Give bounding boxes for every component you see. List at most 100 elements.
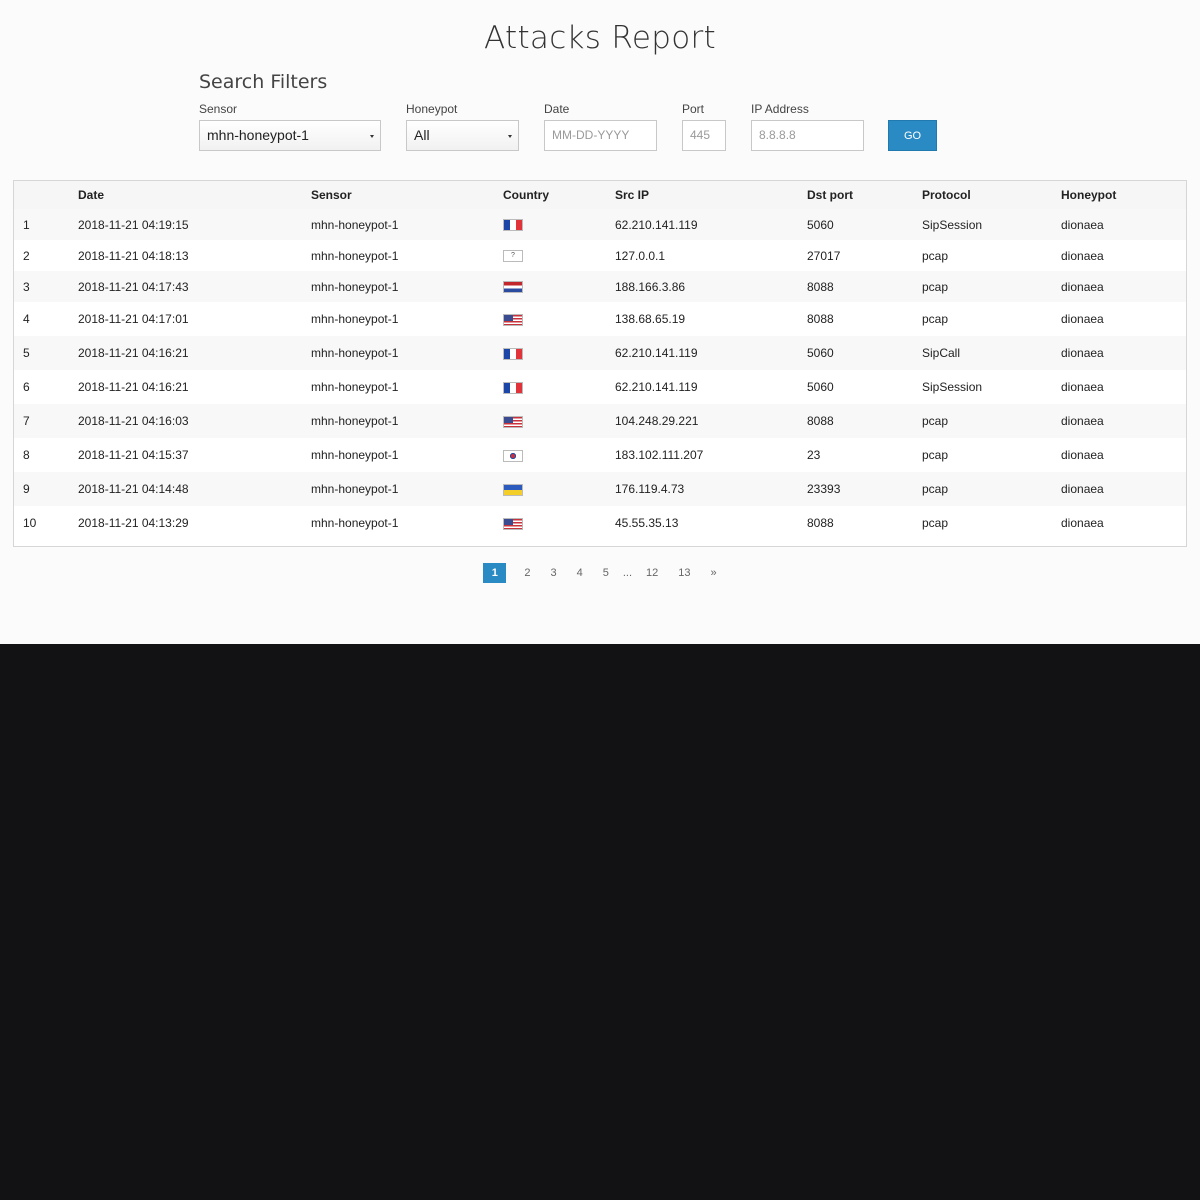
cell-sensor: mhn-honeypot-1 (311, 271, 503, 302)
honeypot-select[interactable]: All (406, 120, 519, 151)
cell-index: 6 (14, 370, 78, 404)
cell-dst-port: 5060 (807, 336, 922, 370)
page-link[interactable]: 5 (603, 567, 609, 579)
chevron-down-icon (508, 135, 512, 138)
cell-src-ip: 183.102.111.207 (615, 438, 807, 472)
table-row: 2 2018-11-21 04:18:13 mhn-honeypot-1? 127.0… (14, 240, 1186, 271)
flag-icon-us (503, 415, 523, 428)
cell-date: 2018-11-21 04:16:03 (78, 404, 311, 438)
cell-index: 2 (14, 240, 78, 271)
page-link[interactable]: 3 (550, 567, 556, 579)
cell-date: 2018-11-21 04:19:15 (78, 209, 311, 240)
date-label: Date (544, 102, 570, 116)
page-link-active[interactable]: 1 (483, 563, 507, 583)
table-row: 5 2018-11-21 04:16:21 mhn-honeypot-1 62.210… (14, 336, 1186, 370)
cell-dst-port: 8088 (807, 271, 922, 302)
cell-honeypot: dionaea (1061, 506, 1186, 540)
cell-dst-port: 8088 (807, 404, 922, 438)
cell-honeypot: dionaea (1061, 404, 1186, 438)
table-row: 1 2018-11-21 04:19:15 mhn-honeypot-1 62.210… (14, 209, 1186, 240)
cell-dst-port: 23 (807, 438, 922, 472)
col-header-protocol: Protocol (922, 181, 1061, 209)
cell-sensor: mhn-honeypot-1 (311, 302, 503, 336)
cell-country (503, 472, 615, 506)
cell-protocol: pcap (922, 271, 1061, 302)
col-header-honeypot: Honeypot (1061, 181, 1186, 209)
page-link[interactable]: 12 (646, 567, 658, 579)
cell-honeypot: dionaea (1061, 209, 1186, 240)
cell-src-ip: 45.55.35.13 (615, 506, 807, 540)
cell-dst-port: 5060 (807, 370, 922, 404)
table-row: 6 2018-11-21 04:16:21 mhn-honeypot-1 62.210… (14, 370, 1186, 404)
flag-icon-us (503, 517, 523, 530)
sensor-select-value: mhn-honeypot-1 (207, 127, 309, 143)
cell-country (503, 438, 615, 472)
cell-honeypot: dionaea (1061, 438, 1186, 472)
page-link[interactable]: 2 (524, 567, 530, 579)
col-header-date: Date (78, 181, 311, 209)
table-header-row: Date Sensor Country Src IP Dst port Prot… (14, 181, 1186, 209)
date-input[interactable]: MM-DD-YYYY (544, 120, 657, 151)
cell-honeypot: dionaea (1061, 240, 1186, 271)
cell-index: 7 (14, 404, 78, 438)
cell-src-ip: 62.210.141.119 (615, 209, 807, 240)
cell-src-ip: 104.248.29.221 (615, 404, 807, 438)
flag-icon-ua (503, 483, 523, 496)
cell-sensor: mhn-honeypot-1 (311, 404, 503, 438)
col-header-dst-port: Dst port (807, 181, 922, 209)
cell-date: 2018-11-21 04:18:13 (78, 240, 311, 271)
cell-country (503, 302, 615, 336)
col-header-src-ip: Src IP (615, 181, 807, 209)
page-link[interactable]: 13 (678, 567, 690, 579)
flag-icon-nl (503, 281, 523, 294)
cell-protocol: pcap (922, 506, 1061, 540)
table-row: 4 2018-11-21 04:17:01 mhn-honeypot-1 138.68… (14, 302, 1186, 336)
cell-protocol: SipSession (922, 209, 1061, 240)
cell-dst-port: 8088 (807, 506, 922, 540)
attacks-table: Date Sensor Country Src IP Dst port Prot… (13, 180, 1187, 547)
pagination: 1 2 3 4 5 ... 12 13 » (0, 563, 1200, 583)
cell-country (503, 370, 615, 404)
honeypot-select-value: All (414, 127, 430, 143)
flag-icon-fr (503, 381, 523, 394)
chevron-down-icon (370, 135, 374, 138)
cell-country (503, 271, 615, 302)
cell-protocol: pcap (922, 438, 1061, 472)
table-row: 10 2018-11-21 04:13:29 mhn-honeypot-1 45.55… (14, 506, 1186, 540)
cell-index: 3 (14, 271, 78, 302)
cell-sensor: mhn-honeypot-1 (311, 438, 503, 472)
report-page: Attacks Report Search Filters Sensor mhn… (0, 0, 1200, 644)
cell-country: ? (503, 240, 615, 271)
cell-index: 8 (14, 438, 78, 472)
next-page-link[interactable]: » (711, 567, 717, 579)
cell-sensor: mhn-honeypot-1 (311, 240, 503, 271)
cell-protocol: pcap (922, 472, 1061, 506)
cell-dst-port: 5060 (807, 209, 922, 240)
cell-index: 1 (14, 209, 78, 240)
cell-country (503, 336, 615, 370)
port-placeholder: 445 (690, 128, 711, 142)
col-header-country: Country (503, 181, 615, 209)
page-link[interactable]: 4 (577, 567, 583, 579)
flag-icon-kr (503, 449, 523, 462)
cell-honeypot: dionaea (1061, 370, 1186, 404)
cell-honeypot: dionaea (1061, 336, 1186, 370)
sensor-select[interactable]: mhn-honeypot-1 (199, 120, 381, 151)
ip-address-input[interactable]: 8.8.8.8 (751, 120, 864, 151)
col-header-index (14, 181, 78, 209)
cell-date: 2018-11-21 04:17:43 (78, 271, 311, 302)
cell-protocol: pcap (922, 404, 1061, 438)
cell-dst-port: 27017 (807, 240, 922, 271)
cell-sensor: mhn-honeypot-1 (311, 370, 503, 404)
cell-sensor: mhn-honeypot-1 (311, 472, 503, 506)
cell-date: 2018-11-21 04:17:01 (78, 302, 311, 336)
cell-country (503, 209, 615, 240)
port-input[interactable]: 445 (682, 120, 726, 151)
cell-index: 4 (14, 302, 78, 336)
cell-honeypot: dionaea (1061, 472, 1186, 506)
cell-sensor: mhn-honeypot-1 (311, 506, 503, 540)
cell-date: 2018-11-21 04:14:48 (78, 472, 311, 506)
go-button[interactable]: GO (888, 120, 937, 151)
cell-index: 9 (14, 472, 78, 506)
port-label: Port (682, 102, 705, 116)
